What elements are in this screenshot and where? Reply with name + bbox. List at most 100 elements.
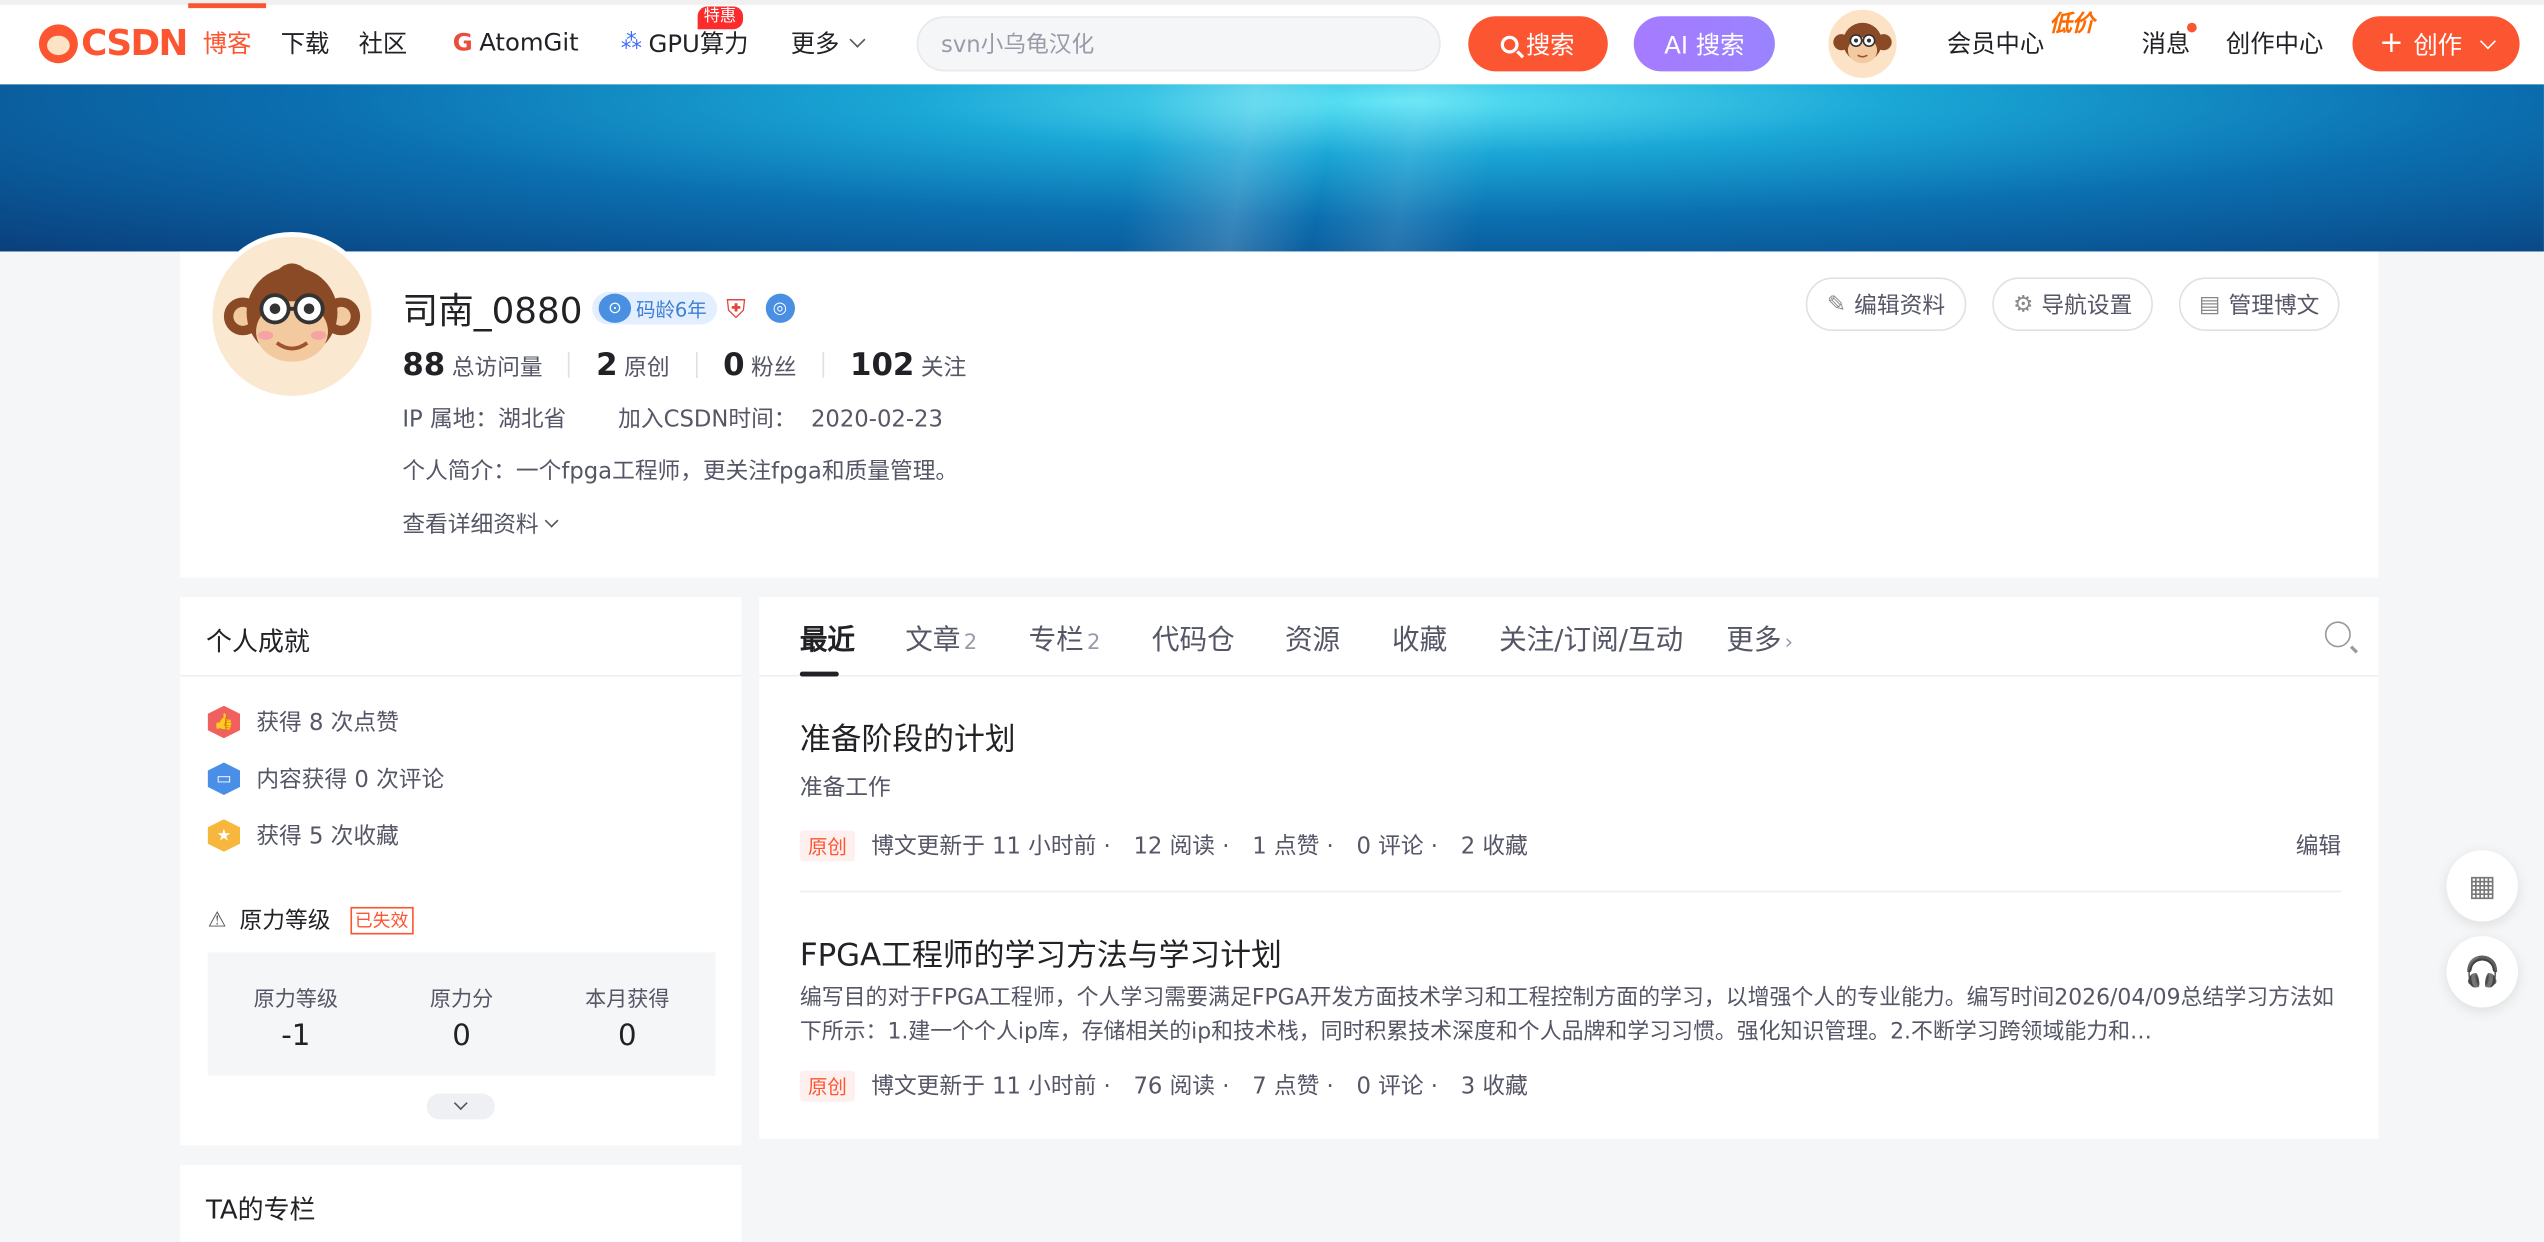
tab-columns[interactable]: 专栏 2 — [1029, 617, 1101, 657]
top-navbar: CSDN 博客 下载 社区 G AtomGit ⁂ GPU算力 特惠 更多 svn小乌… — [0, 0, 2544, 85]
profile-stats: 88 总访问量 2 原创 0 粉丝 102 关注 — [402, 347, 966, 383]
tab-follow[interactable]: 关注/订阅/互动 — [1499, 617, 1683, 657]
view-details-link[interactable]: 查看详细资料 — [402, 508, 559, 540]
nav-atomgit[interactable]: G AtomGit — [438, 0, 593, 84]
search-icon[interactable] — [2324, 621, 2351, 648]
article-title[interactable]: 准备阶段的计划 — [800, 715, 2341, 759]
power-stats: 原力等级 -1 原力分 0 本月获得 0 — [207, 952, 716, 1076]
nav-blog[interactable]: 博客 — [188, 0, 267, 84]
customer-service-button[interactable]: 🎧 — [2446, 936, 2518, 1008]
nav-settings-button[interactable]: ⚙ 导航设置 — [1992, 277, 2153, 331]
power-level-title: ⚠ 原力等级 已失效 — [207, 904, 414, 936]
expand-button[interactable] — [426, 1093, 495, 1120]
messages-link[interactable]: 消息 — [2142, 0, 2191, 84]
article-meta: 原创 博文更新于 11 小时前 · 12 阅读 · 1 点赞 · 0 评论 · … — [799, 829, 2341, 861]
create-button[interactable]: + 创作 — [2352, 16, 2520, 72]
article-summary: 准备工作 — [799, 775, 891, 802]
article-item: 准备阶段的计划 准备工作 原创 博文更新于 11 小时前 · 12 阅读 · 1… — [799, 715, 2341, 861]
user-avatar[interactable] — [1828, 9, 1897, 78]
article-meta: 原创 博文更新于 11 小时前 · 76 阅读 · 7 点赞 · 0 评论 · … — [799, 1069, 2341, 1101]
manage-posts-button[interactable]: ▤ 管理博文 — [2178, 277, 2340, 331]
chevron-down-icon — [850, 30, 867, 47]
profile-username: 司南_0880 — [402, 292, 583, 333]
stat-following[interactable]: 102 关注 — [850, 347, 966, 383]
tab-more[interactable]: 更多 › — [1726, 617, 1794, 657]
vip-low-price-badge: 低价 — [2049, 11, 2095, 38]
nav-gpu[interactable]: ⁂ GPU算力 特惠 — [606, 0, 763, 84]
stat-fans[interactable]: 0 粉丝 — [723, 347, 796, 383]
edit-icon: ✎ — [1827, 291, 1847, 318]
vip-center-link[interactable]: 会员中心 — [1947, 0, 2044, 84]
article-favorites: 2 收藏 — [1460, 833, 1528, 860]
gear-icon: ⚙ — [2012, 291, 2034, 318]
profile-intro: 个人简介：一个fpga工程师，更关注fpga和质量管理。 — [402, 459, 959, 486]
divider — [568, 352, 571, 379]
profile-meta: IP 属地：湖北省 加入CSDN时间： 2020-02-23 — [402, 402, 943, 434]
monkey-logo-icon — [38, 24, 78, 64]
chevron-down-icon — [2479, 32, 2496, 49]
power-score: 原力分 0 — [429, 988, 494, 1053]
code-age-badge[interactable]: ⊙ 码龄6年 — [592, 292, 717, 325]
tab-recent[interactable]: 最近 — [800, 617, 855, 657]
content-tabs: 最近 文章 2 专栏 2 代码仓 资源 收藏 关注/订阅/互动 更多 › — [759, 597, 2379, 677]
nav-community[interactable]: 社区 — [344, 0, 422, 84]
article-edit-link[interactable]: 编辑 — [2296, 829, 2341, 861]
search-input[interactable]: svn小乌龟汉化 — [916, 16, 1441, 72]
profile-avatar[interactable] — [207, 232, 377, 401]
chevron-down-icon — [544, 513, 559, 528]
column-title: TA的专栏 — [206, 1194, 316, 1225]
atomgit-icon: G — [452, 27, 473, 57]
tab-resources[interactable]: 资源 — [1285, 617, 1340, 657]
divider — [822, 352, 825, 379]
star-icon: ★ — [207, 819, 241, 852]
achievement-comments: ▭ 内容获得 0 次评论 — [207, 762, 444, 795]
search-icon — [1501, 34, 1520, 53]
gpu-hot-badge: 特惠 — [697, 6, 743, 30]
tab-favorites[interactable]: 收藏 — [1392, 617, 1447, 657]
stat-original[interactable]: 2 原创 — [596, 347, 669, 383]
achievement-likes: 👍 获得 8 次点赞 — [207, 705, 399, 739]
article-comments: 0 评论 · — [1356, 833, 1439, 860]
profile-name-row: 司南_0880 ⊙ 码龄6年 ⛨ ◎ — [402, 282, 795, 334]
column-card: TA的专栏 — [180, 1164, 742, 1242]
article-likes: 1 点赞 · — [1252, 833, 1334, 860]
triangle-icon: ⚠ — [207, 907, 227, 933]
headset-icon: 🎧 — [2464, 954, 2501, 989]
tab-code-repo[interactable]: 代码仓 — [1152, 617, 1235, 657]
certification-icon[interactable]: ◎ — [765, 293, 795, 323]
power-level: 原力等级 -1 — [253, 988, 338, 1053]
power-monthly: 本月获得 0 — [585, 988, 670, 1053]
article-updated: 博文更新于 11 小时前 · — [871, 1074, 1111, 1100]
article-item: FPGA工程师的学习方法与学习计划 编写目的对于FPGA工程师，个人学习需要满足… — [799, 931, 2341, 1101]
ip-location: IP 属地：湖北省 — [402, 407, 567, 434]
chevron-down-icon — [453, 1096, 468, 1111]
nav-more[interactable]: 更多 — [776, 0, 878, 84]
article-favorites: 3 收藏 — [1460, 1074, 1528, 1100]
article-updated: 博文更新于 11 小时前 · — [871, 833, 1111, 860]
nav-download[interactable]: 下载 — [266, 0, 344, 84]
chevron-right-icon: › — [1784, 631, 1794, 656]
original-tag: 原创 — [799, 1069, 856, 1101]
active-tab-indicator — [799, 671, 839, 677]
edit-profile-button[interactable]: ✎ 编辑资料 — [1805, 277, 1967, 331]
qr-code-button[interactable]: ▦ — [2446, 850, 2518, 922]
original-tag: 原创 — [799, 829, 856, 861]
article-reads: 76 阅读 · — [1133, 1074, 1230, 1100]
banner-light — [1038, 84, 1558, 252]
achievements-title: 个人成就 — [206, 626, 310, 658]
creator-center-link[interactable]: 创作中心 — [2226, 0, 2323, 84]
search-button[interactable]: 搜索 — [1468, 16, 1608, 72]
divider — [799, 890, 2342, 893]
medal-icon[interactable]: ⛨ — [726, 294, 755, 325]
ai-search-button[interactable]: AI 搜索 — [1633, 16, 1775, 72]
message-dot — [2186, 22, 2197, 33]
csdn-logo[interactable]: CSDN — [38, 23, 188, 65]
article-title[interactable]: FPGA工程师的学习方法与学习计划 — [800, 931, 2341, 975]
divider — [180, 674, 742, 677]
expired-badge: 已失效 — [349, 906, 414, 934]
tab-articles[interactable]: 文章 2 — [905, 617, 977, 657]
achievement-favorites: ★ 获得 5 次收藏 — [207, 819, 399, 852]
thumbs-up-icon: 👍 — [207, 705, 241, 739]
divider — [695, 352, 698, 379]
stat-visits[interactable]: 88 总访问量 — [402, 347, 542, 383]
